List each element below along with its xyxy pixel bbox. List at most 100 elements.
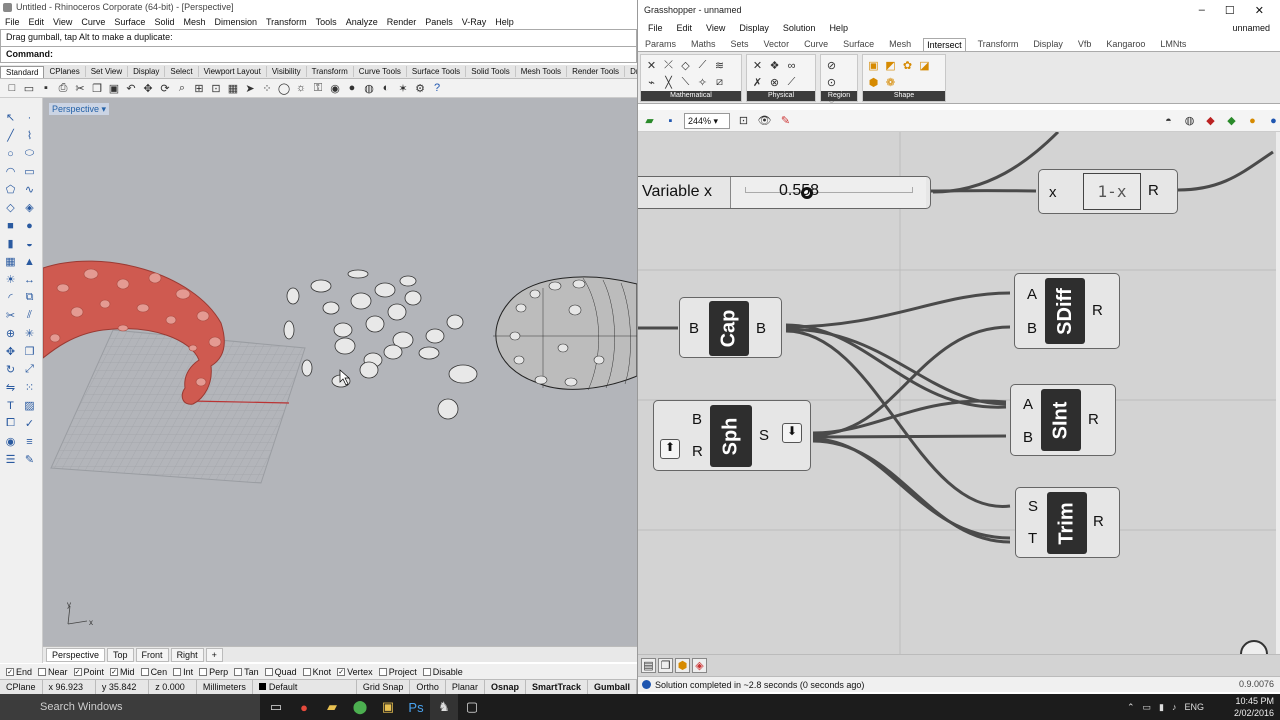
section-icon[interactable]: ⌁ <box>644 75 659 90</box>
extrude-icon[interactable]: ▲ <box>22 254 37 269</box>
solid-difference-icon[interactable]: ◩ <box>883 58 898 73</box>
toolbar-tab-drafting[interactable]: Drafting <box>625 66 637 77</box>
split-icon[interactable]: ⫽ <box>22 308 37 323</box>
toolbar-tab-select[interactable]: Select <box>165 66 199 77</box>
toolbar-tab-surface-tools[interactable]: Surface Tools <box>407 66 467 77</box>
brep-brep-icon[interactable]: ❖ <box>767 58 782 73</box>
osnap-cen[interactable]: Cen <box>140 667 167 677</box>
expression-component[interactable]: x 1-x R <box>1038 169 1178 214</box>
osnap-checkbox[interactable] <box>38 667 47 676</box>
app-green-icon[interactable]: ⬤ <box>346 694 374 720</box>
preview-off-icon[interactable]: ◓ <box>1161 113 1176 128</box>
osnap-vertex[interactable]: ✓ Vertex <box>337 667 373 677</box>
save-icon[interactable]: ▪ <box>39 81 53 95</box>
lock-icon[interactable]: ⚿ <box>311 81 325 95</box>
toolbar-tab-curve-tools[interactable]: Curve Tools <box>354 66 407 77</box>
osnap-near[interactable]: Near <box>38 667 68 677</box>
viewport-tab-front[interactable]: Front <box>135 647 169 662</box>
open-file-icon[interactable]: ▰ <box>642 113 657 128</box>
toolbar-tab-visibility[interactable]: Visibility <box>267 66 307 77</box>
gh-menu-help[interactable]: Help <box>829 23 848 33</box>
rhino-menu-edit[interactable]: Edit <box>29 17 45 27</box>
osnap-perp[interactable]: Perp <box>199 667 228 677</box>
new-file-icon[interactable]: □ <box>5 81 19 95</box>
copy-icon[interactable]: ❐ <box>90 81 104 95</box>
osnap-checkbox[interactable] <box>378 667 387 676</box>
maximize-icon[interactable]: ☐ <box>1225 4 1235 17</box>
gh-menu-display[interactable]: Display <box>739 23 769 33</box>
brep-curve-icon[interactable]: ⤫ <box>661 58 676 73</box>
viewport-tab-perspective[interactable]: Perspective <box>46 647 106 662</box>
gh-tab-curve[interactable]: Curve <box>801 38 831 50</box>
cap-holes-component[interactable]: B Cap B <box>679 297 782 358</box>
osnap-checkbox[interactable] <box>264 667 273 676</box>
gh-tab-vector[interactable]: Vector <box>761 38 793 50</box>
trim-tool-icon[interactable]: ✂ <box>3 308 18 323</box>
light-bulb-icon[interactable]: ☼ <box>294 81 308 95</box>
osnap-end[interactable]: ✓ End <box>6 667 32 677</box>
command-prompt[interactable]: Command: <box>0 47 637 63</box>
status-planar[interactable]: Planar <box>446 680 485 694</box>
options-icon[interactable]: ⚙ <box>413 81 427 95</box>
sketch-pen-icon[interactable]: ✎ <box>778 113 793 128</box>
mirror-icon[interactable]: ⇋ <box>3 380 18 395</box>
osnap-int[interactable]: Int <box>173 667 193 677</box>
array-icon[interactable]: ⁙ <box>22 380 37 395</box>
taskbar-clock[interactable]: 10:45 PM 2/02/2016 <box>1234 694 1274 720</box>
mesh-icon[interactable]: ▦ <box>3 254 18 269</box>
trim-region-icon[interactable]: ⊙ <box>824 75 839 90</box>
add-viewport-button[interactable]: + <box>205 647 223 662</box>
osnap-tan[interactable]: Tan <box>234 667 259 677</box>
analyze-icon[interactable]: ✓ <box>22 416 37 431</box>
status-ortho[interactable]: Ortho <box>410 680 446 694</box>
plane-curve-icon[interactable]: ⟋ <box>695 58 710 73</box>
rhino-menu-view[interactable]: View <box>53 17 72 27</box>
boolean-icon[interactable]: ◒ <box>22 236 37 251</box>
rhino-menu-dimension[interactable]: Dimension <box>214 17 257 27</box>
osnap-knot[interactable]: Knot <box>302 667 331 677</box>
rotate-view-icon[interactable]: ⟳ <box>158 81 172 95</box>
curve-curve-icon[interactable]: ✕ <box>750 58 765 73</box>
rhino-menu-panels[interactable]: Panels <box>425 17 453 27</box>
move-icon[interactable]: ✥ <box>3 344 18 359</box>
rhino-menu-render[interactable]: Render <box>387 17 417 27</box>
toolbar-tab-standard[interactable]: Standard <box>0 65 45 78</box>
language-indicator[interactable]: ENG <box>1184 702 1204 712</box>
app-folder-icon[interactable]: ▣ <box>374 694 402 720</box>
curve-self-icon[interactable]: ∞ <box>784 58 799 73</box>
osnap-checkbox[interactable] <box>302 667 311 676</box>
toolbar-tab-render-tools[interactable]: Render Tools <box>567 66 626 77</box>
bake-icon[interactable]: ⬢ <box>675 658 690 673</box>
taskbar-search[interactable]: Search Windows <box>0 694 260 720</box>
close-icon[interactable]: ✕ <box>1255 4 1264 17</box>
panel-icon[interactable]: ▤ <box>641 658 656 673</box>
preview-mesh-icon[interactable]: ● <box>1266 113 1280 128</box>
rhino-menu-tools[interactable]: Tools <box>316 17 337 27</box>
osnap-quad[interactable]: Quad <box>264 667 297 677</box>
render-sphere-icon[interactable]: ◍ <box>362 81 376 95</box>
osnap-checkbox[interactable] <box>173 667 182 676</box>
number-slider[interactable]: Variable x 0.558 <box>638 176 931 209</box>
toolbar-tab-mesh-tools[interactable]: Mesh Tools <box>516 66 568 77</box>
solid-intersection-icon[interactable]: ◪ <box>917 58 932 73</box>
osnap-mid[interactable]: ✓ Mid <box>110 667 135 677</box>
gh-tab-surface[interactable]: Surface <box>840 38 877 50</box>
osnap-checkbox[interactable] <box>234 667 243 676</box>
toolbar-tab-transform[interactable]: Transform <box>307 66 354 77</box>
point-icon[interactable]: · <box>22 110 37 125</box>
network-icon[interactable]: ▮ <box>1159 702 1164 713</box>
rhino-menu-solid[interactable]: Solid <box>154 17 174 27</box>
region-union-icon[interactable]: ❁ <box>883 75 898 90</box>
polygon-icon[interactable]: ⬠ <box>3 182 18 197</box>
pan-icon[interactable]: ✥ <box>141 81 155 95</box>
minimize-icon[interactable]: – <box>1199 4 1205 16</box>
circle-icon[interactable]: ◯ <box>277 81 291 95</box>
toolbar-tab-solid-tools[interactable]: Solid Tools <box>466 66 516 77</box>
surface-icon[interactable]: ◇ <box>3 200 18 215</box>
wireframe-preview-icon[interactable]: ◍ <box>1182 113 1197 128</box>
gh-tab-maths[interactable]: Maths <box>688 38 719 50</box>
grasshopper-taskbar-icon[interactable]: ▢ <box>458 694 486 720</box>
select-arrow-icon[interactable]: ↖ <box>3 110 18 125</box>
plane-brep-icon[interactable]: ◇ <box>678 58 693 73</box>
arrow-down-icon[interactable]: ⬇ <box>782 423 802 443</box>
